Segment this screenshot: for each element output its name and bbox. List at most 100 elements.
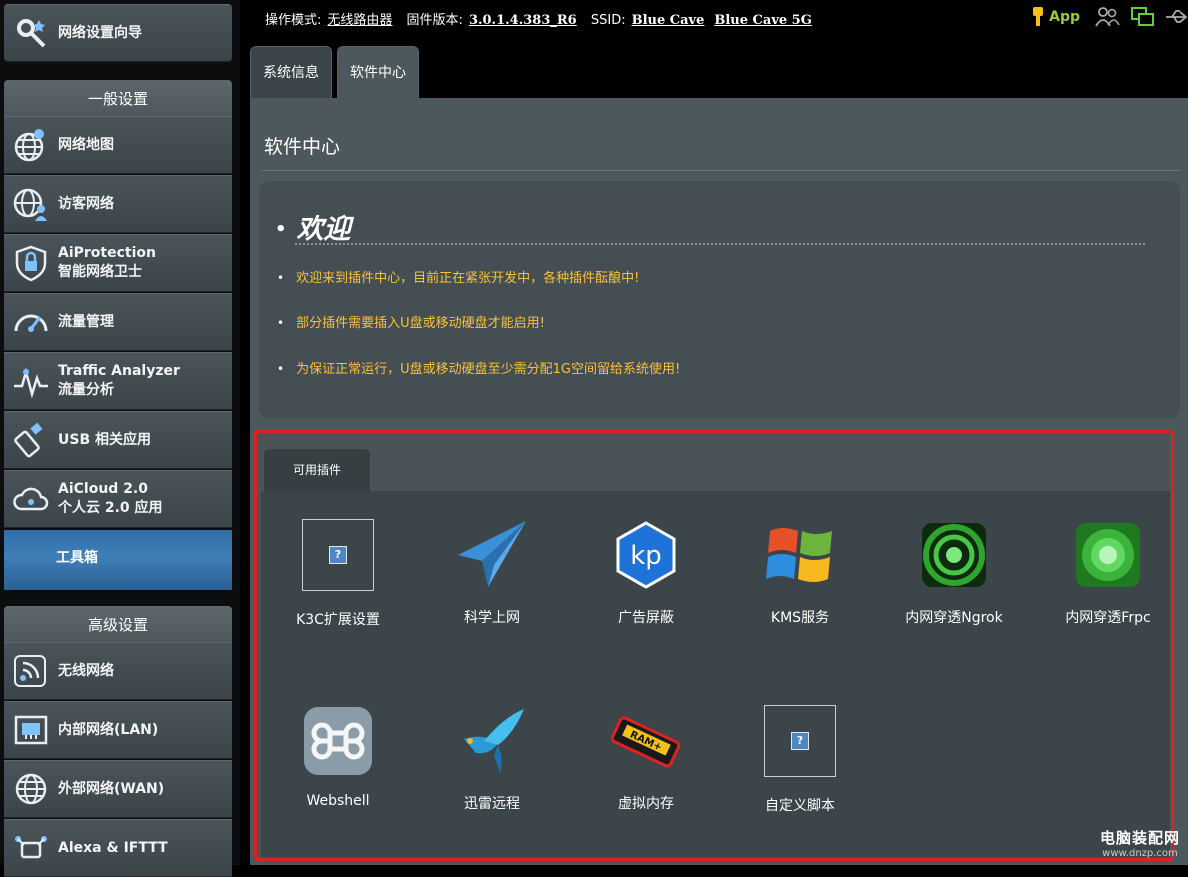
sidebar-item-tools[interactable]: 工具箱 (4, 530, 232, 590)
sidebar-item-lan[interactable]: 内部网络(LAN) (4, 701, 232, 759)
watermark: 电脑装配网 www.dnzp.com (1100, 827, 1180, 859)
sidebar-item-network-map[interactable]: 网络地图 (4, 116, 232, 174)
tab-software-center[interactable]: 软件中心 (337, 46, 419, 98)
notice-text: 欢迎来到插件中心，目前正在紧张开发中，各种插件酝酿中! (296, 271, 640, 286)
windows-icon (762, 517, 838, 593)
notice-text: 部分插件需要插入U盘或移动硬盘才能启用! (296, 316, 545, 331)
sidebar-item-label: 内部网络(LAN) (58, 721, 159, 738)
plugin-label: K3C扩展设置 (296, 612, 380, 628)
app-key-icon[interactable] (1031, 6, 1045, 28)
sidebar-item-setup-wizard[interactable]: 网络设置向导 (4, 4, 232, 62)
welcome-heading: • 欢迎 (275, 214, 351, 245)
plugin-frpc[interactable]: 内网穿透Frpc (1033, 517, 1183, 627)
command-icon (300, 703, 376, 779)
svg-text:kp: kp (630, 541, 662, 571)
sidebar-item-usb-applications[interactable]: USB 相关应用 (4, 411, 232, 469)
sidebar-item-label: Alexa & IFTTT (58, 839, 168, 856)
tunnel-icon (916, 517, 992, 593)
sidebar-item-traffic-analyzer[interactable]: Traffic Analyzer 流量分析 (4, 352, 232, 410)
sidebar-item-label: 流量管理 (58, 313, 114, 330)
advanced-settings-heading: 高级设置 (4, 606, 232, 642)
plugin-label: 内网穿透Ngrok (905, 610, 1003, 626)
ram-chip-icon: RAM+ (608, 703, 684, 779)
sidebar-item-label: 外部网络(WAN) (58, 780, 165, 797)
watermark-url: www.dnzp.com (1102, 848, 1178, 859)
tab-system-info[interactable]: 系统信息 (250, 46, 332, 98)
sidebar-item-sublabel: 流量分析 (58, 382, 114, 398)
shield-lock-icon (15, 245, 47, 282)
sidebar-item-guest-network[interactable]: 访客网络 (4, 175, 232, 233)
ssid-link-2g[interactable]: Blue Cave (632, 13, 705, 28)
top-status-bar: 操作模式: 无线路由器 固件版本: 3.0.1.4.383_R6 SSID: Blue… (240, 0, 1188, 36)
paper-plane-icon (454, 517, 530, 593)
placeholder-icon: ? (300, 519, 376, 595)
general-settings-heading: 一般设置 (4, 80, 232, 116)
plugin-k3c-settings[interactable]: ? K3C扩展设置 (263, 517, 413, 629)
plugin-proxy[interactable]: 科学上网 (417, 517, 567, 627)
operation-mode-link[interactable]: 无线路由器 (327, 13, 392, 28)
plugin-xunlei[interactable]: 迅雷远程 (417, 703, 567, 813)
plugin-label: 虚拟内存 (618, 796, 674, 812)
notice-item: • 为保证正常运行，U盘或移动硬盘至少需分配1G空间留给系统使用! (277, 362, 681, 377)
sidebar-item-label: 网络设置向导 (58, 24, 142, 41)
sidebar-item-label: AiCloud 2.0 (58, 481, 148, 497)
plugin-kms[interactable]: KMS服务 (725, 517, 875, 627)
sidebar-item-traffic-manager[interactable]: 流量管理 (4, 293, 232, 351)
sidebar: 网络设置向导 一般设置 网络地图 访客网络 AiProtection 智能网络卫… (0, 0, 240, 877)
pulse-chart-icon (14, 367, 48, 399)
plugin-ngrok[interactable]: 内网穿透Ngrok (879, 517, 1029, 627)
sidebar-item-sublabel: 个人云 2.0 应用 (58, 500, 163, 516)
status-line: 操作模式: 无线路由器 固件版本: 3.0.1.4.383_R6 SSID: Blue… (265, 9, 822, 28)
usb-drive-icon (14, 422, 43, 458)
plugin-label: 自定义脚本 (765, 798, 835, 814)
sidebar-item-sublabel: 智能网络卫士 (58, 264, 142, 280)
xunlei-bird-icon (454, 703, 530, 779)
plugin-grid: ? K3C扩展设置 科学上网 kp 广告屏蔽 KMS服务 内网穿透Ngrok 内… (261, 491, 1170, 857)
notice-item: • 欢迎来到插件中心，目前正在紧张开发中，各种插件酝酿中! (277, 271, 640, 286)
title-divider (262, 170, 1180, 171)
wizard-icon (17, 19, 46, 48)
plugin-webshell[interactable]: Webshell (263, 703, 413, 809)
globe-icon (15, 773, 47, 805)
tab-bar: 系统信息 软件中心 (250, 46, 424, 98)
speedometer-icon (14, 314, 48, 332)
sidebar-item-label: USB 相关应用 (58, 431, 151, 448)
sidebar-item-label: 访客网络 (58, 195, 114, 212)
tunnel-green-icon (1070, 517, 1146, 593)
cloud-icon (13, 487, 49, 511)
plugin-virtual-memory[interactable]: RAM+ 虚拟内存 (571, 703, 721, 813)
clients-icon[interactable] (1094, 6, 1120, 28)
welcome-box: • 欢迎 • 欢迎来到插件中心，目前正在紧张开发中，各种插件酝酿中! • 部分插件需要… (259, 181, 1180, 418)
plugin-panel: 可用插件 ? K3C扩展设置 科学上网 kp 广告屏蔽 KMS服务 内网穿透Ng… (254, 430, 1174, 861)
sidebar-item-alexa-ifttt[interactable]: Alexa & IFTTT (4, 819, 232, 877)
sidebar-item-wireless[interactable]: 无线网络 (4, 642, 232, 700)
tab-available-plugins[interactable]: 可用插件 (264, 449, 370, 491)
plugin-label: 迅雷远程 (464, 796, 520, 812)
watermark-title: 电脑装配网 (1099, 829, 1180, 847)
sidebar-item-wan[interactable]: 外部网络(WAN) (4, 760, 232, 818)
plugin-label: 广告屏蔽 (618, 610, 674, 626)
notice-text: 为保证正常运行，U盘或移动硬盘至少需分配1G空间留给系统使用! (296, 362, 681, 377)
welcome-heading-text: 欢迎 (296, 214, 351, 245)
ssid-label: SSID: (590, 13, 626, 28)
network-status-icon[interactable] (1130, 6, 1156, 28)
wifi-icon (14, 655, 46, 687)
plugin-ad-block[interactable]: kp 广告屏蔽 (571, 517, 721, 627)
plugin-label: Webshell (306, 793, 370, 809)
globe-pin-icon (14, 129, 44, 162)
usb-status-icon[interactable] (1164, 6, 1188, 28)
top-icons: App (1031, 6, 1188, 28)
page-title: 软件中心 (264, 136, 341, 158)
smart-home-icon (15, 836, 47, 859)
sidebar-item-aiprotection[interactable]: AiProtection 智能网络卫士 (4, 234, 232, 292)
sidebar-item-label: 无线网络 (58, 662, 114, 679)
sidebar-item-aicloud[interactable]: AiCloud 2.0 个人云 2.0 应用 (4, 470, 232, 528)
ssid-link-5g[interactable]: Blue Cave 5G (714, 13, 811, 28)
placeholder-icon: ? (762, 705, 838, 781)
plugin-custom-script[interactable]: ? 自定义脚本 (725, 703, 875, 815)
firmware-label: 固件版本: (406, 13, 463, 28)
app-link[interactable]: App (1049, 9, 1080, 25)
plugin-label: 科学上网 (464, 610, 520, 626)
firmware-link[interactable]: 3.0.1.4.383_R6 (469, 13, 577, 28)
guest-globe-icon (13, 188, 47, 221)
